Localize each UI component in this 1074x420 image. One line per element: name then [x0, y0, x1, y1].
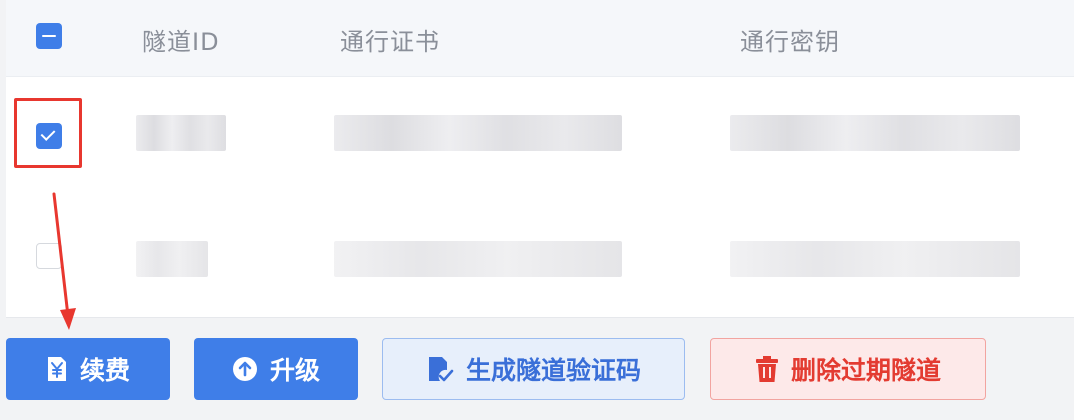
trash-icon: [755, 355, 779, 383]
redacted-certificate: [334, 241, 622, 277]
generate-tunnel-code-label: 生成隧道验证码: [465, 356, 641, 385]
table-row[interactable]: [6, 77, 1074, 198]
annotation-arrow-icon: [52, 192, 76, 330]
column-header-secret-key[interactable]: 通行密钥: [740, 22, 840, 57]
delete-expired-tunnels-button[interactable]: 删除过期隧道: [710, 338, 986, 400]
redacted-tunnel-id: [136, 115, 226, 151]
table-row[interactable]: [6, 197, 1074, 318]
renew-label: 续费: [79, 356, 130, 385]
column-header-certificate[interactable]: 通行证书: [340, 22, 440, 57]
redacted-secret-key: [730, 241, 1020, 277]
select-all-checkbox[interactable]: [36, 23, 62, 49]
upgrade-button[interactable]: 升级: [194, 338, 358, 400]
upload-arrow-icon: [232, 356, 258, 382]
document-check-icon: [426, 355, 454, 383]
tunnel-table: 隧道ID 通行证书 通行密钥: [6, 0, 1074, 318]
redacted-tunnel-id: [136, 241, 208, 277]
redacted-certificate: [334, 115, 622, 151]
generate-tunnel-code-button[interactable]: 生成隧道验证码: [382, 338, 685, 400]
column-header-tunnel-id[interactable]: 隧道ID: [142, 22, 220, 57]
annotation-highlight-box: [14, 98, 82, 168]
renew-button[interactable]: 续费: [6, 338, 170, 400]
yen-document-icon: [46, 356, 68, 382]
redacted-secret-key: [730, 115, 1020, 151]
upgrade-label: 升级: [269, 356, 320, 385]
delete-expired-tunnels-label: 删除过期隧道: [790, 356, 941, 385]
table-header: 隧道ID 通行证书 通行密钥: [6, 0, 1074, 77]
